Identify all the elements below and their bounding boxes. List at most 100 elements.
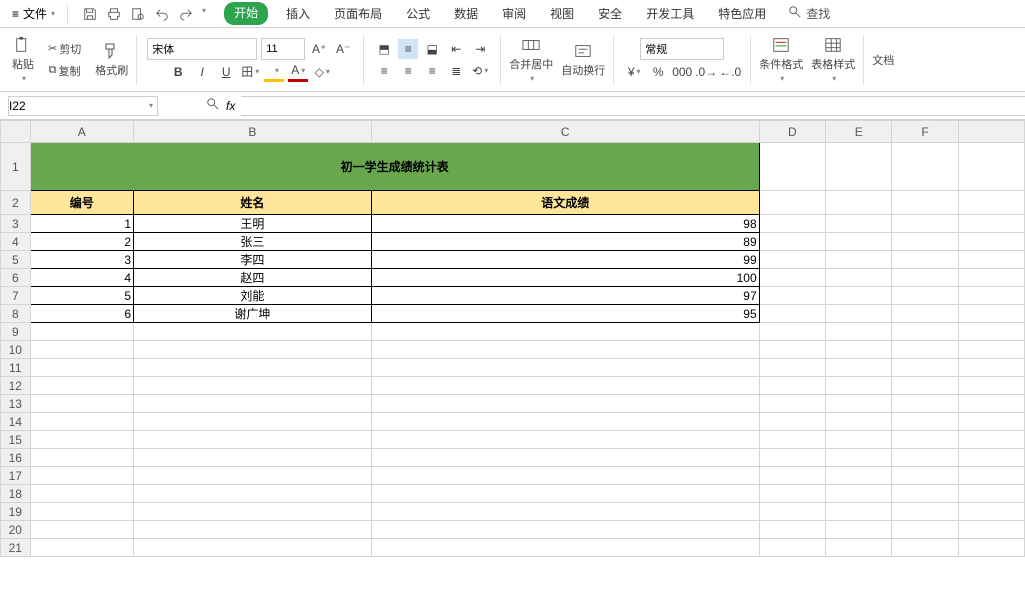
tab-security[interactable]: 安全 (592, 2, 628, 25)
cell-id[interactable]: 5 (30, 287, 133, 305)
justify-icon[interactable]: ≣ (446, 61, 466, 81)
row-header[interactable]: 6 (1, 269, 31, 287)
cell-id[interactable]: 6 (30, 305, 133, 323)
decrease-decimal-icon[interactable]: ←.0 (720, 62, 740, 82)
row-header[interactable]: 14 (1, 413, 31, 431)
table-style-button[interactable]: 表格样式 (807, 34, 859, 85)
copy-button[interactable]: ⧉复制 (45, 61, 85, 81)
underline-button[interactable]: U (216, 62, 236, 82)
merge-center-button[interactable]: 合并居中 (505, 34, 557, 85)
col-header-D[interactable]: D (759, 121, 825, 143)
wrap-text-button[interactable]: 自动换行 (557, 40, 609, 80)
font-name-select[interactable] (147, 38, 257, 60)
cell-name[interactable]: 谢广坤 (134, 305, 372, 323)
tab-insert[interactable]: 插入 (280, 2, 316, 25)
font-color-button[interactable]: A (288, 62, 308, 82)
decrease-font-icon[interactable]: A⁻ (333, 39, 353, 59)
align-top-icon[interactable]: ⬒ (374, 39, 394, 59)
row-header[interactable]: 3 (1, 215, 31, 233)
orientation-icon[interactable]: ⟲ (470, 61, 490, 81)
row-header[interactable]: 8 (1, 305, 31, 323)
redo-icon[interactable] (178, 6, 194, 22)
cell-id[interactable]: 2 (30, 233, 133, 251)
tab-start[interactable]: 开始 (224, 2, 268, 25)
col-header-blank[interactable] (958, 121, 1024, 143)
row-header[interactable]: 9 (1, 323, 31, 341)
qa-more-icon[interactable]: ▾ (202, 6, 206, 22)
undo-icon[interactable] (154, 6, 170, 22)
cell-score[interactable]: 99 (371, 251, 759, 269)
cell-id[interactable]: 3 (30, 251, 133, 269)
align-center-icon[interactable]: ≡ (398, 61, 418, 81)
comma-icon[interactable]: 000 (672, 62, 692, 82)
cell-id[interactable]: 1 (30, 215, 133, 233)
zoom-icon[interactable] (206, 97, 220, 114)
row-header[interactable]: 16 (1, 449, 31, 467)
search-box[interactable]: 查找 (788, 5, 830, 22)
spreadsheet-area[interactable]: A B C D E F 1 初一学生成绩统计表 2 编号 姓名 语文成绩 3 1… (0, 120, 1025, 598)
percent-icon[interactable]: % (648, 62, 668, 82)
align-bottom-icon[interactable]: ⬓ (422, 39, 442, 59)
tab-view[interactable]: 视图 (544, 2, 580, 25)
print-preview-icon[interactable] (130, 6, 146, 22)
tab-data[interactable]: 数据 (448, 2, 484, 25)
cell-name[interactable]: 刘能 (134, 287, 372, 305)
align-left-icon[interactable]: ≡ (374, 61, 394, 81)
cell-score[interactable]: 97 (371, 287, 759, 305)
cell-score[interactable]: 89 (371, 233, 759, 251)
cell-score[interactable]: 100 (371, 269, 759, 287)
cut-button[interactable]: ✂剪切 (44, 39, 85, 59)
decrease-indent-icon[interactable]: ⇤ (446, 39, 466, 59)
cell-score[interactable]: 98 (371, 215, 759, 233)
number-format-select[interactable] (640, 38, 724, 60)
format-painter-button[interactable]: 格式刷 (91, 40, 132, 80)
row-header[interactable]: 12 (1, 377, 31, 395)
border-button[interactable]: 田 (240, 62, 260, 82)
tab-dev-tools[interactable]: 开发工具 (640, 2, 700, 25)
print-icon[interactable] (106, 6, 122, 22)
italic-button[interactable]: I (192, 62, 212, 82)
row-header[interactable]: 2 (1, 191, 31, 215)
file-menu[interactable]: ≡ 文件 ▾ (6, 3, 61, 24)
row-header[interactable]: 18 (1, 485, 31, 503)
bold-button[interactable]: B (168, 62, 188, 82)
col-header-C[interactable]: C (371, 121, 759, 143)
doc-cutoff[interactable]: 文档 (868, 50, 898, 70)
row-header[interactable]: 4 (1, 233, 31, 251)
tab-review[interactable]: 审阅 (496, 2, 532, 25)
row-header[interactable]: 10 (1, 341, 31, 359)
col-header-B[interactable]: B (134, 121, 372, 143)
row-header[interactable]: 17 (1, 467, 31, 485)
row-header[interactable]: 19 (1, 503, 31, 521)
tab-formula[interactable]: 公式 (400, 2, 436, 25)
paste-button[interactable]: 粘贴 (8, 34, 38, 85)
col-header-E[interactable]: E (826, 121, 892, 143)
header-name[interactable]: 姓名 (134, 191, 372, 215)
tab-page-layout[interactable]: 页面布局 (328, 2, 388, 25)
row-header[interactable]: 15 (1, 431, 31, 449)
row-header[interactable]: 20 (1, 521, 31, 539)
cell-id[interactable]: 4 (30, 269, 133, 287)
cell-name[interactable]: 李四 (134, 251, 372, 269)
header-id[interactable]: 编号 (30, 191, 133, 215)
font-size-select[interactable] (261, 38, 305, 60)
fill-color-button[interactable] (264, 62, 284, 82)
fx-icon[interactable]: fx (226, 99, 235, 113)
cell-score[interactable]: 95 (371, 305, 759, 323)
title-cell[interactable]: 初一学生成绩统计表 (30, 143, 759, 191)
align-right-icon[interactable]: ≡ (422, 61, 442, 81)
col-header-F[interactable]: F (892, 121, 958, 143)
currency-icon[interactable]: ¥ (624, 62, 644, 82)
conditional-format-button[interactable]: 条件格式 (755, 34, 807, 85)
row-header[interactable]: 21 (1, 539, 31, 557)
effects-button[interactable]: ◇ (312, 62, 332, 82)
tab-special[interactable]: 特色应用 (712, 2, 772, 25)
formula-input[interactable] (241, 96, 1025, 116)
cell-name[interactable]: 赵四 (134, 269, 372, 287)
header-score[interactable]: 语文成绩 (371, 191, 759, 215)
row-header[interactable]: 11 (1, 359, 31, 377)
increase-indent-icon[interactable]: ⇥ (470, 39, 490, 59)
select-all-corner[interactable] (1, 121, 31, 143)
align-middle-icon[interactable]: ≡ (398, 39, 418, 59)
row-header[interactable]: 1 (1, 143, 31, 191)
